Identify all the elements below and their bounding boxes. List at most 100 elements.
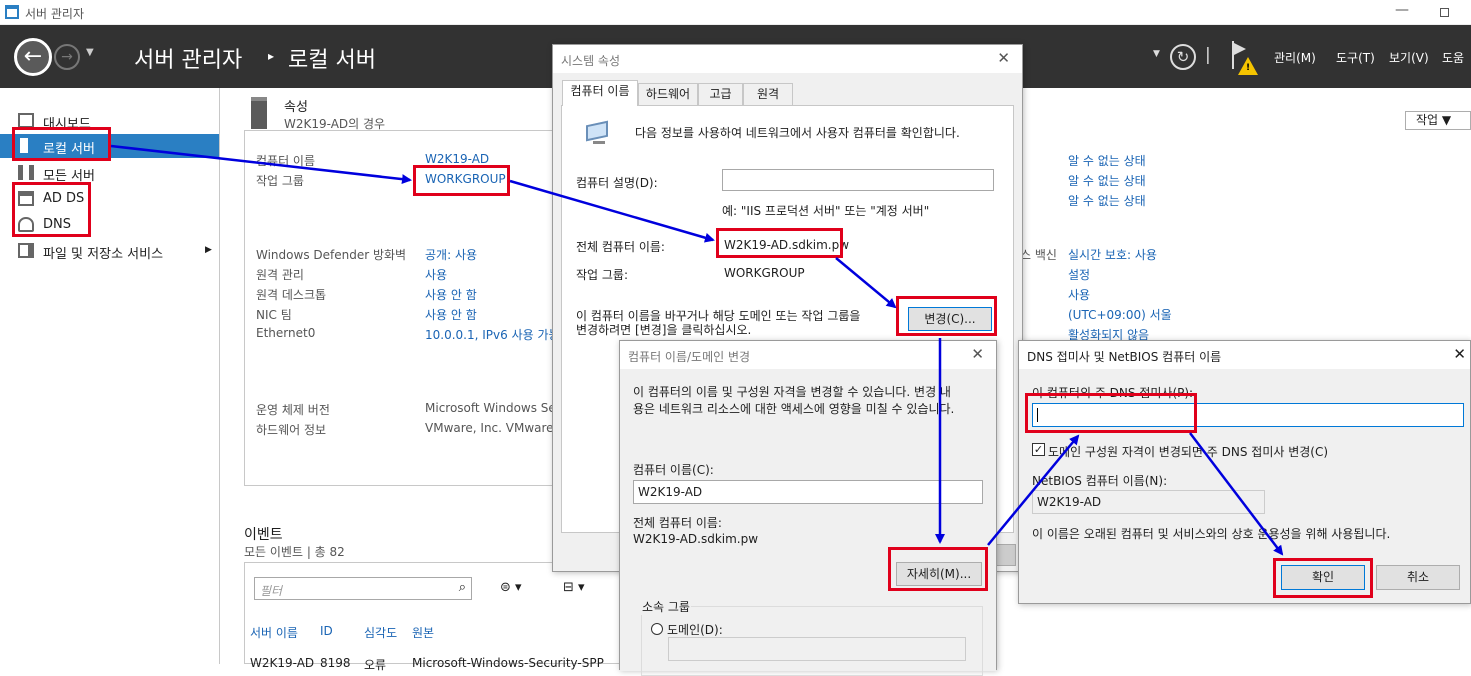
sysprop-wg-label: 작업 그룹: — [576, 268, 629, 282]
list-options-icon[interactable]: ⊜ ▾ — [500, 580, 522, 595]
ad-ds-icon — [18, 191, 34, 206]
sidebar-item-file-storage[interactable]: 파일 및 저장소 서비스 ▶ — [0, 239, 219, 263]
app-icon — [5, 5, 19, 19]
header-pipe: | — [1205, 45, 1211, 65]
minimize-button[interactable]: — — [1395, 2, 1409, 18]
events-row-id: 8198 — [320, 656, 351, 670]
breadcrumb-separator: ▸ — [268, 49, 275, 63]
history-dropdown-icon[interactable]: ▼ — [86, 47, 94, 58]
sidebar-item-dashboard[interactable]: 대시보드 — [0, 109, 219, 133]
member-of-label: 소속 그룹 — [641, 598, 691, 615]
window-title: 서버 관리자 — [25, 7, 85, 21]
more-button[interactable]: 자세히(M)... — [896, 562, 982, 586]
prop-value-remote-desktop[interactable]: 사용 안 함 — [425, 286, 477, 303]
forward-button[interactable]: → — [54, 44, 80, 70]
events-col-source[interactable]: 원본 — [412, 624, 434, 641]
menu-view[interactable]: 보기(V) — [1389, 49, 1429, 66]
prop-right-status-1[interactable]: 알 수 없는 상태 — [1068, 152, 1146, 169]
task-dropdown-button[interactable]: 작업 ▼ — [1405, 111, 1471, 130]
header-title: 서버 관리자 — [134, 48, 243, 73]
computer-name-input[interactable]: W2K19-AD — [633, 480, 983, 504]
prop-value-firewall[interactable]: 공개: 사용 — [425, 246, 477, 263]
prop-right-status-2[interactable]: 알 수 없는 상태 — [1068, 172, 1146, 189]
restore-button[interactable] — [1440, 8, 1449, 17]
sidebar-item-label: 대시보드 — [43, 117, 91, 132]
netbios-name-input: W2K19-AD — [1032, 490, 1265, 514]
prop-label-firewall: Windows Defender 방화벽 — [256, 248, 407, 262]
prop-value-workgroup[interactable]: WORKGROUP — [425, 172, 506, 186]
sidebar-item-dns[interactable]: DNS — [0, 213, 219, 237]
domain-label: 도메인(D): — [667, 623, 723, 637]
sidebar: 대시보드 로컬 서버 모든 서버 AD DS DNS 파일 및 저장소 서비스 … — [0, 88, 220, 664]
dialog-titlebar: DNS 접미사 및 NetBIOS 컴퓨터 이름 ✕ — [1019, 341, 1470, 369]
menu-manage[interactable]: 관리(M) — [1274, 49, 1316, 66]
menu-help[interactable]: 도움 — [1442, 49, 1464, 66]
rename-full-value: W2K19-AD.sdkim.pw — [633, 532, 759, 546]
dns-suffix-input[interactable] — [1032, 403, 1464, 427]
close-icon[interactable]: ✕ — [997, 49, 1010, 67]
prop-value-use[interactable]: 사용 — [1068, 286, 1090, 303]
prop-value-settings[interactable]: 설정 — [1068, 266, 1090, 283]
sidebar-item-all-servers[interactable]: 모든 서버 — [0, 161, 219, 185]
properties-title: 속성 — [284, 100, 308, 115]
tab-computer-name[interactable]: 컴퓨터 이름 — [562, 80, 638, 106]
rename-name-label: 컴퓨터 이름(C): — [633, 463, 714, 477]
tab-advanced[interactable]: 고급 — [698, 83, 743, 105]
prop-label-remote-mgmt: 원격 관리 — [256, 268, 304, 282]
events-row-severity: 오류 — [364, 658, 387, 672]
events-filter-input[interactable]: 필터 ⌕ — [254, 577, 472, 600]
rename-text-1: 이 컴퓨터의 이름 및 구성원 자격을 변경할 수 있습니다. 변경 내 — [633, 385, 951, 399]
prop-label-workgroup: 작업 그룹 — [256, 174, 304, 188]
prop-value-remote-mgmt[interactable]: 사용 — [425, 266, 447, 283]
header-dropdown-icon[interactable]: ▼ — [1153, 49, 1160, 59]
dashboard-icon — [18, 113, 34, 128]
header-subtitle: 로컬 서버 — [288, 48, 376, 73]
sysprop-full-value: W2K19-AD.sdkim.pw — [724, 238, 850, 252]
dns-suffix-label: 이 컴퓨터의 주 DNS 접미사(P): — [1032, 386, 1194, 400]
dialog-titlebar: 컴퓨터 이름/도메인 변경 ✕ — [620, 341, 996, 369]
sysprop-desc-label: 컴퓨터 설명(D): — [576, 176, 658, 190]
prop-label-remote-desktop: 원격 데스크톱 — [256, 288, 327, 302]
prop-label-ethernet: Ethernet0 — [256, 326, 316, 340]
change-button[interactable]: 변경(C)... — [908, 307, 992, 331]
ok-button[interactable]: 확인 — [1281, 565, 1365, 590]
notification-flag-icon[interactable]: ! — [1230, 41, 1258, 77]
sysprop-wg-value: WORKGROUP — [724, 266, 805, 280]
events-col-server[interactable]: 서버 이름 — [250, 624, 298, 641]
prop-label-computer-name: 컴퓨터 이름 — [256, 154, 316, 168]
refresh-icon[interactable]: ↻ — [1170, 44, 1196, 70]
prop-value-realtime[interactable]: 실시간 보호: 사용 — [1068, 246, 1157, 263]
prop-value-timezone[interactable]: (UTC+09:00) 서울 — [1068, 306, 1172, 323]
search-icon: ⌕ — [458, 580, 466, 595]
prop-label-nic-team: NIC 팀 — [256, 308, 292, 322]
properties-icon — [251, 97, 267, 129]
cancel-button[interactable]: 취소 — [1376, 565, 1460, 590]
sidebar-item-ad-ds[interactable]: AD DS — [0, 187, 219, 211]
close-icon[interactable]: ✕ — [971, 345, 984, 363]
prop-value-ethernet[interactable]: 10.0.0.1, IPv6 사용 가능 — [425, 326, 560, 343]
rename-full-label: 전체 컴퓨터 이름: — [633, 516, 722, 530]
domain-radio[interactable] — [651, 623, 663, 635]
domain-input[interactable] — [668, 637, 966, 661]
prop-value-hardware: VMware, Inc. VMware7, — [425, 421, 566, 435]
menu-tools[interactable]: 도구(T) — [1336, 49, 1375, 66]
tab-hardware[interactable]: 하드웨어 — [638, 83, 698, 105]
events-col-severity[interactable]: 심각도 — [364, 624, 397, 641]
sysprop-intro: 다음 정보를 사용하여 네트워크에서 사용자 컴퓨터를 확인합니다. — [635, 126, 960, 140]
prop-value-nic-team[interactable]: 사용 안 함 — [425, 306, 477, 323]
tab-remote[interactable]: 원격 — [743, 83, 793, 105]
change-suffix-checkbox[interactable]: ✓ — [1032, 443, 1045, 456]
prop-right-status-3[interactable]: 알 수 없는 상태 — [1068, 192, 1146, 209]
prop-value-computer-name[interactable]: W2K19-AD — [425, 152, 489, 166]
expand-arrow-icon[interactable]: ▶ — [205, 245, 212, 255]
close-icon[interactable]: ✕ — [1453, 345, 1466, 363]
events-col-id[interactable]: ID — [320, 624, 333, 638]
dialog-bottom-button[interactable] — [994, 544, 1016, 566]
sidebar-item-label: AD DS — [43, 191, 85, 206]
servers-icon — [18, 165, 34, 180]
save-options-icon[interactable]: ⊟ ▾ — [563, 580, 585, 595]
computer-description-input[interactable] — [722, 169, 994, 191]
back-button[interactable]: ← — [14, 38, 52, 76]
sidebar-item-local-server[interactable]: 로컬 서버 — [0, 134, 219, 158]
events-title: 이벤트 — [244, 527, 283, 543]
